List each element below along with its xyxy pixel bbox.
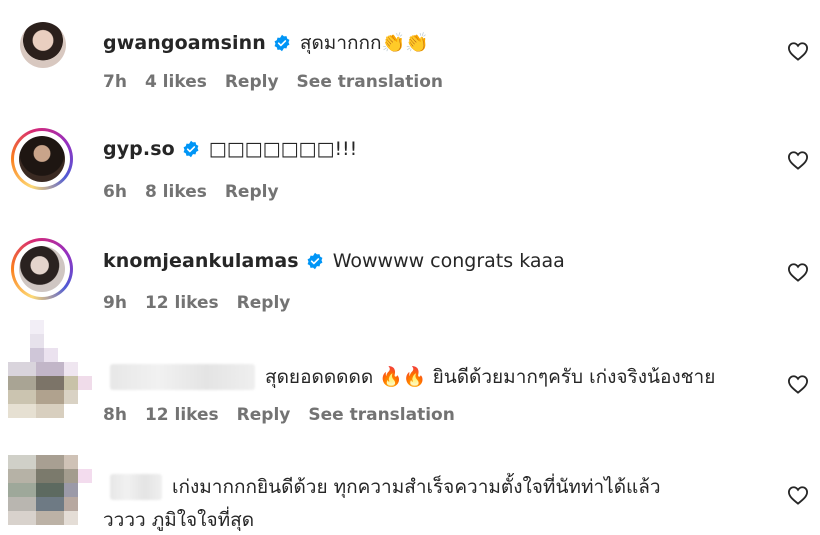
comment-text-continued: วววว ภูมิใจใจที่สุด <box>103 509 255 531</box>
heart-outline-icon[interactable] <box>787 150 809 170</box>
comment-time: 9h <box>103 293 127 313</box>
story-ring[interactable] <box>11 238 73 300</box>
comment-text: เก่งมากกกยินดีด้วย ทุกความสำเร็จความตั้ง… <box>172 476 661 498</box>
comment-text: สุดมากกก👏👏 <box>299 32 429 54</box>
heart-outline-icon[interactable] <box>787 41 809 61</box>
avatar[interactable] <box>8 455 98 535</box>
reply-button[interactable]: Reply <box>225 182 279 202</box>
heart-outline-icon[interactable] <box>787 262 809 282</box>
username[interactable]: gyp.so <box>103 138 175 160</box>
username[interactable]: knomjeankulamas <box>103 250 299 272</box>
comment-time: 7h <box>103 72 127 92</box>
likes-count[interactable]: 4 likes <box>145 72 207 92</box>
verified-badge-icon <box>274 34 290 52</box>
see-translation-link[interactable]: See translation <box>297 72 443 92</box>
reply-button[interactable]: Reply <box>237 405 291 425</box>
verified-badge-icon <box>183 140 199 158</box>
blurred-username <box>110 474 162 500</box>
likes-count[interactable]: 12 likes <box>145 405 219 425</box>
see-translation-link[interactable]: See translation <box>308 405 454 425</box>
comment-text: สุดยอดดดดด 🔥🔥 ยินดีด้วยมากๆครับ เก่งจริง… <box>265 366 716 388</box>
reply-button[interactable]: Reply <box>237 293 291 313</box>
avatar[interactable] <box>19 246 65 292</box>
avatar[interactable] <box>20 22 66 68</box>
comment-time: 6h <box>103 182 127 202</box>
avatar[interactable] <box>8 320 92 420</box>
avatar[interactable] <box>19 136 65 182</box>
username[interactable]: gwangoamsinn <box>103 32 266 54</box>
heart-outline-icon[interactable] <box>787 374 809 394</box>
comment-text: □□□□□□□!!! <box>208 138 358 160</box>
story-ring[interactable] <box>11 128 73 190</box>
verified-badge-icon <box>307 252 323 270</box>
reply-button[interactable]: Reply <box>225 72 279 92</box>
comment-text: Wowwww congrats kaaa <box>332 250 565 272</box>
likes-count[interactable]: 8 likes <box>145 182 207 202</box>
likes-count[interactable]: 12 likes <box>145 293 219 313</box>
blurred-username <box>110 364 255 390</box>
comment-time: 8h <box>103 405 127 425</box>
heart-outline-icon[interactable] <box>787 485 809 505</box>
